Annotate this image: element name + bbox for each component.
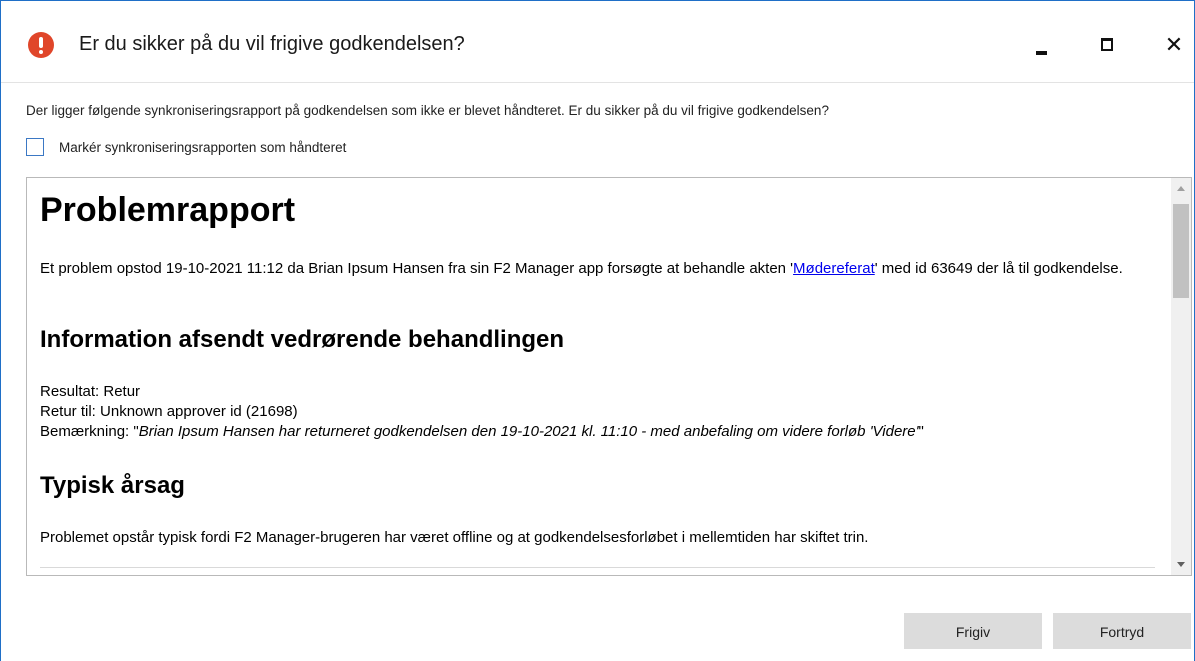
title-bar: Er du sikker på du vil frigive godkendel…: [1, 1, 1194, 83]
remark-label: Bemærkning: ": [40, 423, 139, 440]
remark-text: Brian Ipsum Hansen har returneret godken…: [138, 423, 919, 440]
close-button[interactable]: ✕: [1159, 31, 1189, 59]
cancel-button[interactable]: Fortryd: [1053, 613, 1191, 649]
remark-line: Bemærkning: "Brian Ipsum Hansen har retu…: [40, 422, 924, 442]
report-title: Problemrapport: [40, 191, 296, 229]
mark-handled-label[interactable]: Markér synkroniseringsrapporten som hånd…: [59, 140, 346, 155]
minimize-button[interactable]: [1029, 31, 1059, 59]
scroll-thumb[interactable]: [1173, 204, 1189, 298]
confirmation-message: Der ligger følgende synkroniseringsrappo…: [26, 103, 829, 118]
report-intro: Et problem opstod 19-10-2021 11:12 da Br…: [40, 259, 1162, 279]
report-intro-end: ' med id 63649 der lå til godkendelse.: [874, 260, 1123, 277]
scroll-down-icon[interactable]: [1171, 555, 1191, 575]
return-to-line: Retur til: Unknown approver id (21698): [40, 403, 298, 420]
maximize-button[interactable]: [1092, 31, 1122, 59]
report-intro-start: Et problem opstod 19-10-2021 11:12 da Br…: [40, 260, 794, 277]
info-heading: Information afsendt vedrørende behandlin…: [40, 326, 565, 353]
result-line: Resultat: Retur: [40, 383, 141, 400]
warning-icon: [28, 32, 54, 58]
divider: [40, 567, 1155, 568]
mark-handled-checkbox[interactable]: [26, 138, 44, 156]
remark-close: ": [918, 423, 924, 440]
dialog-window: Er du sikker på du vil frigive godkendel…: [0, 0, 1195, 661]
scroll-up-icon[interactable]: [1171, 178, 1191, 198]
info-block: Resultat: Retur Retur til: Unknown appro…: [40, 382, 924, 442]
cause-text: Problemet opstår typisk fordi F2 Manager…: [40, 529, 869, 546]
vertical-scrollbar[interactable]: [1171, 178, 1191, 575]
sync-report-panel: Problemrapport Et problem opstod 19-10-2…: [26, 177, 1192, 576]
cause-heading: Typisk årsag: [40, 472, 185, 499]
release-button[interactable]: Frigiv: [904, 613, 1042, 649]
document-link[interactable]: Mødereferat: [793, 260, 875, 277]
dialog-title: Er du sikker på du vil frigive godkendel…: [79, 33, 465, 55]
